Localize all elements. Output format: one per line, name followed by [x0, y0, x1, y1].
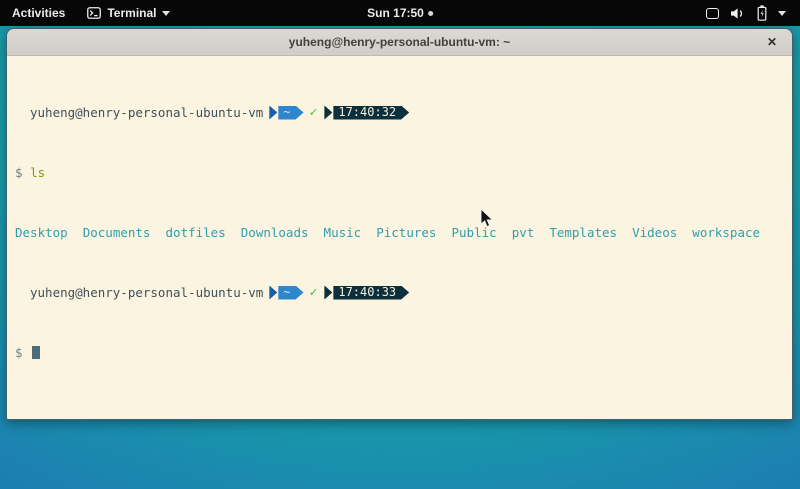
- status-check-icon: ✓: [310, 285, 318, 300]
- current-input-line: $: [15, 345, 784, 360]
- activities-button[interactable]: Activities: [0, 0, 77, 26]
- directory-listing: Desktop Documents dotfiles Downloads Mus…: [15, 225, 760, 240]
- prompt-line: yuheng@henry-personal-ubuntu-vm ~ ✓ 17:4…: [15, 285, 784, 300]
- app-menu-terminal[interactable]: Terminal: [77, 0, 180, 26]
- prompt-char: $: [15, 345, 23, 360]
- chevron-down-icon: [162, 11, 170, 16]
- display-icon: [706, 8, 719, 19]
- chevron-down-icon: [778, 11, 786, 16]
- prompt-cwd: ~: [283, 105, 290, 120]
- typed-command: ls: [30, 165, 45, 180]
- text-cursor: [32, 346, 40, 359]
- terminal-icon: [87, 7, 101, 19]
- terminal-content[interactable]: yuheng@henry-personal-ubuntu-vm ~ ✓ 17:4…: [7, 56, 792, 419]
- prompt-time: 17:40:32: [338, 105, 396, 120]
- prompt-cwd-segment: ~: [278, 286, 303, 300]
- terminal-window: yuheng@henry-personal-ubuntu-vm: ~ ✕ yuh…: [6, 28, 793, 420]
- prompt-cwd-segment: ~: [278, 106, 303, 120]
- clock-button[interactable]: Sun 17:50: [367, 0, 433, 26]
- prompt-line: yuheng@henry-personal-ubuntu-vm ~ ✓ 17:4…: [15, 105, 784, 120]
- command-line: $ ls: [15, 165, 784, 180]
- battery-charging-icon: [757, 5, 767, 21]
- close-button[interactable]: ✕: [763, 33, 781, 51]
- powerline-chevron-icon: [269, 106, 277, 120]
- prompt-cwd: ~: [283, 285, 290, 300]
- window-titlebar[interactable]: yuheng@henry-personal-ubuntu-vm: ~ ✕: [7, 29, 792, 56]
- powerline-chevron-icon: [269, 286, 277, 300]
- system-status-area[interactable]: [698, 0, 794, 26]
- notification-dot-icon: [428, 11, 433, 16]
- app-menu-label: Terminal: [107, 6, 156, 20]
- clock-label: Sun 17:50: [367, 6, 424, 20]
- prompt-user: yuheng@henry-personal-ubuntu-vm: [30, 285, 263, 300]
- prompt-time-segment: 17:40:32: [333, 106, 409, 120]
- volume-icon: [730, 7, 746, 20]
- powerline-chevron-icon: [324, 106, 332, 120]
- prompt-time: 17:40:33: [338, 285, 396, 300]
- gnome-top-bar: Activities Terminal Sun 17:50: [0, 0, 800, 26]
- prompt-char: $: [15, 165, 23, 180]
- status-check-icon: ✓: [310, 105, 318, 120]
- powerline-chevron-icon: [324, 286, 332, 300]
- prompt-time-segment: 17:40:33: [333, 286, 409, 300]
- prompt-user: yuheng@henry-personal-ubuntu-vm: [30, 105, 263, 120]
- window-title: yuheng@henry-personal-ubuntu-vm: ~: [289, 35, 510, 49]
- mouse-cursor: [480, 208, 494, 229]
- ls-output-line: Desktop Documents dotfiles Downloads Mus…: [15, 225, 784, 240]
